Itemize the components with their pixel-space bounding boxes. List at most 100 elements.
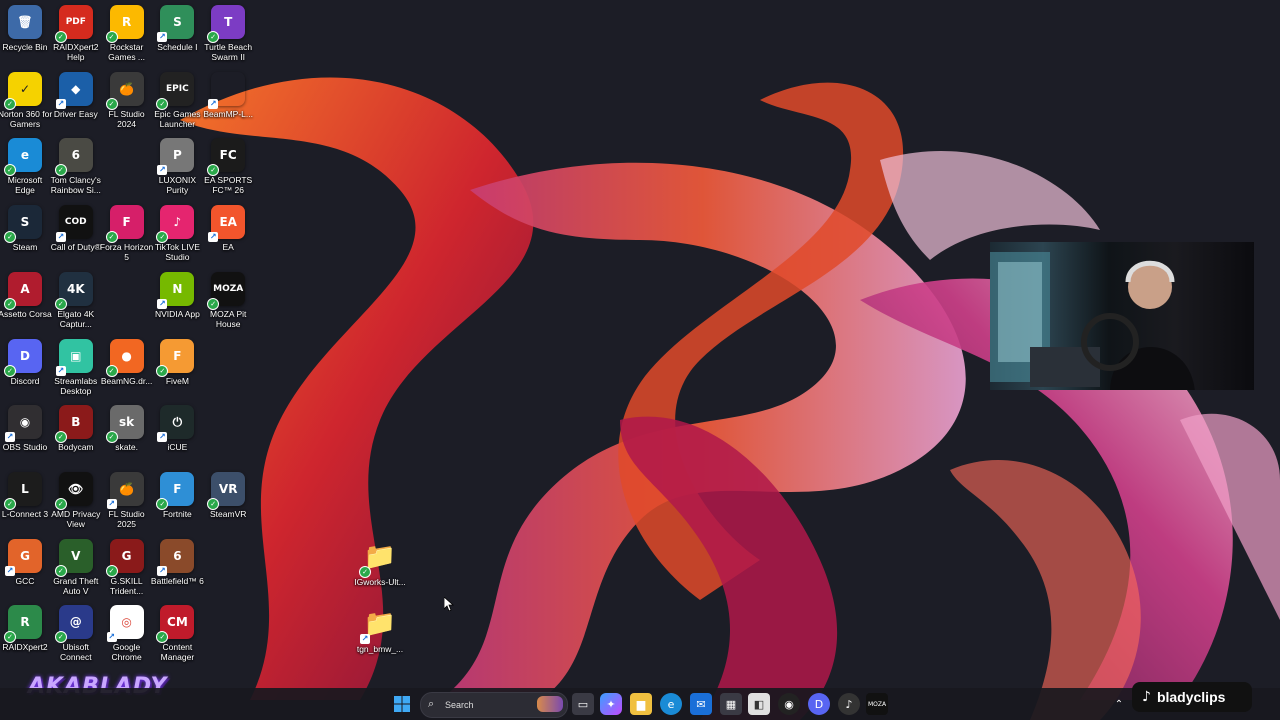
- obs-button[interactable]: ◉: [778, 693, 800, 715]
- desktop-icon-gskill-trident[interactable]: G ✓ G.SKILL Trident...: [99, 538, 155, 596]
- sync-status-icon: ✓: [105, 364, 118, 377]
- sync-status-icon: ✓: [54, 631, 67, 644]
- desktop-icon-elgato-4k[interactable]: 4K ✓ Elgato 4K Captur...: [48, 271, 104, 329]
- ubisoft-connect-icon: @ ✓: [54, 605, 93, 644]
- tray-overflow-chevron-icon[interactable]: ⌃: [1108, 693, 1130, 715]
- desktop-icon-bodycam[interactable]: B ✓ Bodycam: [48, 405, 104, 452]
- sync-status-icon: ✓: [105, 564, 118, 577]
- edge-button[interactable]: e: [660, 693, 682, 715]
- desktop-icon-forza-horizon-5[interactable]: F ✓ Forza Horizon 5: [99, 205, 155, 262]
- fl-studio-2024-icon: 🍊 ✓: [105, 71, 144, 110]
- desktop-icon-driver-easy[interactable]: ◆ ↗ Driver Easy: [48, 71, 104, 119]
- shortcut-arrow-icon: ↗: [5, 565, 15, 576]
- fivem-icon: F ✓: [156, 338, 195, 377]
- desktop-icon-beammp[interactable]: ↗ BeamMP-L...: [200, 72, 256, 119]
- shortcut-arrow-icon: ↗: [157, 32, 168, 42]
- desktop-icon-rainbow-six[interactable]: 6 ✓ Tom Clancy's Rainbow Si...: [48, 138, 104, 195]
- desktop-icon-content-manager[interactable]: CM ✓ Content Manager: [149, 605, 205, 662]
- desktop-icon-rockstar-games[interactable]: R ✓ Rockstar Games ...: [99, 5, 155, 62]
- streamlabs-icon: ▣ ↗: [55, 338, 93, 376]
- desktop-icon-label: Driver Easy: [53, 108, 98, 119]
- desktop-icon-assetto-corsa[interactable]: A ✓ Assetto Corsa: [0, 271, 53, 319]
- mouse-cursor-icon: [444, 597, 454, 611]
- desktop-icon-fl-studio-2025[interactable]: 🍊 ↗ FL Studio 2025: [99, 471, 155, 529]
- desktop-icon-steam[interactable]: S ✓ Steam: [0, 205, 53, 252]
- search-icon: ⌕: [428, 697, 435, 710]
- sync-status-icon: ✓: [105, 431, 118, 444]
- shortcut-arrow-icon: ↗: [55, 98, 66, 109]
- gta-v-icon: V ✓: [54, 538, 93, 577]
- desktop-icon-tgn-bmw-folder[interactable]: 📁 ↗ tgn_bmw_...: [352, 607, 408, 654]
- shortcut-arrow-icon: ↗: [55, 232, 66, 243]
- desktop-icon-l-connect-3[interactable]: L ✓ L-Connect 3: [0, 471, 53, 519]
- desktop-icon-gta-v[interactable]: V ✓ Grand Theft Auto V: [48, 538, 104, 596]
- steam-icon: S ✓: [4, 205, 42, 244]
- taskbar-search[interactable]: ⌕ Search: [420, 692, 568, 718]
- desktop-icon-label: Rockstar Games ...: [108, 42, 146, 62]
- desktop-icon-label: Fortnite: [162, 508, 192, 519]
- desktop-icon-icue[interactable]: ⏻ ↗ iCUE: [149, 405, 205, 452]
- desktop-icon-fl-studio-2024[interactable]: 🍊 ✓ FL Studio 2024: [99, 71, 155, 129]
- desktop-icon-obs-studio[interactable]: ◉ ↗ OBS Studio: [0, 405, 53, 452]
- luxonix-purity-icon: P ↗: [157, 138, 195, 176]
- desktop-icon-luxonix-purity[interactable]: P ↗ LUXONIX Purity: [149, 138, 205, 195]
- desktop-icon-turtle-beach[interactable]: T ✓ Turtle Beach Swarm II: [200, 5, 256, 62]
- ea-icon: EA ↗: [208, 205, 246, 243]
- desktop-icon-microsoft-edge[interactable]: e ✓ Microsoft Edge: [0, 138, 53, 195]
- desktop-icon-label: Assetto Corsa: [0, 308, 52, 319]
- amd-privacy-view-icon: 👁 ✓: [54, 471, 93, 510]
- desktop-icon-gcc[interactable]: G ↗ GCC: [0, 538, 53, 586]
- windows-logo-icon: [394, 696, 410, 712]
- file-explorer-button[interactable]: ▆: [630, 693, 652, 715]
- desktop-icon-epic-games[interactable]: EPIC ✓ Epic Games Launcher: [149, 71, 205, 129]
- l-connect-3-icon: L ✓: [4, 471, 42, 510]
- desktop-icon-raidxpert2-help[interactable]: PDF ✓ RAIDXpert2 Help: [48, 5, 104, 62]
- desktop-icon-schedule-i[interactable]: S ↗ Schedule I: [149, 5, 205, 52]
- desktop-icon-skate[interactable]: sk ✓ skate.: [99, 405, 155, 452]
- shortcut-arrow-icon: ↗: [360, 634, 370, 644]
- desktop-icon-google-chrome[interactable]: ◎ ↗ Google Chrome: [99, 605, 155, 662]
- desktop-icon-fortnite[interactable]: F ✓ Fortnite: [149, 471, 205, 519]
- desktop-icon-label: FiveM: [165, 375, 189, 386]
- desktop-icon-beamng[interactable]: ● ✓ BeamNG.dr...: [99, 338, 155, 386]
- desktop-icon-raidxpert2[interactable]: R ✓ RAIDXpert2: [0, 605, 53, 652]
- outlook-button[interactable]: ✉: [690, 693, 712, 715]
- nvidia-app-icon: N ↗: [157, 271, 195, 309]
- store-button[interactable]: ▦: [720, 693, 742, 715]
- gcc-icon: G ↗: [5, 538, 42, 576]
- tiktok-watermark: ♪ bladyclips: [1132, 682, 1252, 712]
- task-view-button[interactable]: ▭: [572, 693, 594, 715]
- desktop-icon-recycle-bin[interactable]: 🗑 Recycle Bin: [0, 5, 53, 52]
- moza-button[interactable]: MOZA: [866, 693, 888, 715]
- igworks-folder-icon: 📁 ✓: [359, 540, 397, 578]
- sync-status-icon: ✓: [4, 364, 16, 377]
- desktop-icon-label: Norton 360 for Gamers: [0, 108, 53, 129]
- desktop-icon-streamlabs[interactable]: ▣ ↗ Streamlabs Desktop: [48, 338, 104, 396]
- desktop-icon-fivem[interactable]: F ✓ FiveM: [149, 338, 205, 386]
- desktop-icon-nvidia-app[interactable]: N ↗ NVIDIA App: [149, 271, 205, 319]
- desktop-icon-tiktok-live-studio[interactable]: ♪ ✓ TikTok LIVE Studio: [149, 205, 205, 262]
- desktop-icon-discord[interactable]: D ✓ Discord: [0, 338, 53, 386]
- sync-status-icon: ✓: [359, 566, 371, 578]
- desktop-icon-label: Steam: [12, 242, 38, 253]
- copilot-button[interactable]: ✦: [600, 693, 622, 715]
- desktop-icon-label: FL Studio 2025: [108, 508, 145, 529]
- start-button[interactable]: [391, 693, 413, 715]
- discord-button[interactable]: D: [808, 693, 830, 715]
- desktop-icon-ea-sports-fc26[interactable]: FC ✓ EA SPORTS FC™ 26: [200, 138, 256, 195]
- desktop-icon-moza-pit-house[interactable]: MOZA ✓ MOZA Pit House: [200, 271, 256, 329]
- content-manager-icon: CM ✓: [156, 605, 195, 644]
- desktop-icon-amd-privacy-view[interactable]: 👁 ✓ AMD Privacy View: [48, 471, 104, 529]
- discord-icon: D ✓: [4, 338, 42, 377]
- roblox-studio-button[interactable]: ◧: [748, 693, 770, 715]
- desktop-icon-ea[interactable]: EA ↗ EA: [200, 205, 256, 252]
- desktop-icon-igworks-folder[interactable]: 📁 ✓ IGworks-Ult...: [352, 540, 408, 587]
- desktop-icon-norton-360[interactable]: ✓ ✓ Norton 360 for Gamers: [0, 71, 53, 129]
- tiktok-live-button[interactable]: ♪: [838, 693, 860, 715]
- desktop-icon-steamvr[interactable]: VR ✓ SteamVR: [200, 471, 256, 519]
- shortcut-arrow-icon: ↗: [106, 632, 117, 643]
- desktop-icon-ubisoft-connect[interactable]: @ ✓ Ubisoft Connect: [48, 605, 104, 662]
- desktop-icon-call-of-duty[interactable]: COD ↗ Call of Duty®: [48, 205, 104, 252]
- desktop-icon-battlefield-6[interactable]: 6 ↗ Battlefield™ 6: [149, 538, 205, 586]
- shortcut-arrow-icon: ↗: [157, 165, 168, 176]
